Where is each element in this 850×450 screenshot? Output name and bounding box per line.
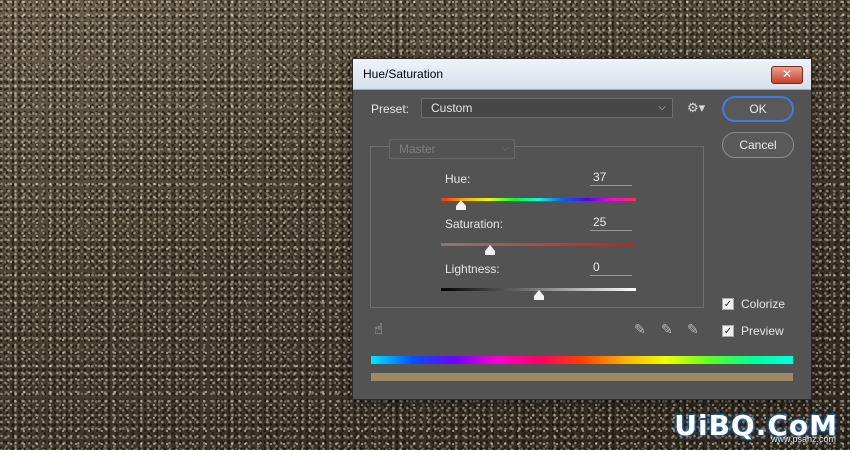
input-spectrum-bar: [371, 356, 793, 364]
colorize-checkbox[interactable]: ✓: [722, 298, 734, 310]
hue-input[interactable]: 37: [590, 170, 632, 186]
saturation-slider-track[interactable]: [441, 243, 636, 246]
preview-label[interactable]: Preview: [741, 324, 784, 338]
cancel-button[interactable]: Cancel: [722, 132, 794, 158]
colorize-label[interactable]: Colorize: [741, 297, 785, 311]
adjustment-group: [370, 146, 704, 308]
hue-slider-track[interactable]: [441, 198, 636, 201]
preset-label: Preset:: [371, 102, 410, 116]
lightness-slider-thumb[interactable]: [533, 290, 544, 300]
saturation-slider-thumb[interactable]: [484, 245, 495, 255]
dialog-title: Hue/Saturation: [363, 67, 444, 81]
saturation-label: Saturation:: [445, 217, 504, 231]
hue-label: Hue:: [445, 172, 471, 186]
preview-checkbox[interactable]: ✓: [722, 325, 734, 337]
channel-select: Master ⌵: [389, 139, 515, 159]
ok-button[interactable]: OK: [722, 96, 794, 122]
gear-icon[interactable]: ⚙▾: [687, 100, 705, 116]
preset-select[interactable]: Custom ⌵: [421, 98, 673, 118]
lightness-label: Lightness:: [445, 262, 500, 276]
channel-select-value: Master: [399, 142, 436, 156]
eyedropper-minus-icon[interactable]: ✎: [687, 321, 699, 338]
eyedropper-plus-icon[interactable]: ✎: [661, 321, 673, 338]
lightness-input[interactable]: 0: [590, 260, 632, 276]
hand-icon[interactable]: ☝: [374, 320, 383, 338]
dialog-titlebar[interactable]: Hue/Saturation ✕: [353, 59, 811, 90]
watermark-site: www.psahz.com: [770, 434, 836, 444]
saturation-input[interactable]: 25: [590, 215, 632, 231]
chevron-down-icon: ⌵: [658, 102, 666, 113]
preset-select-value: Custom: [431, 101, 473, 115]
hue-slider-thumb[interactable]: [455, 200, 466, 210]
close-button[interactable]: ✕: [771, 66, 803, 84]
hue-saturation-dialog: Hue/Saturation ✕ Preset: Custom ⌵ ⚙▾ OK …: [352, 58, 812, 400]
eyedropper-icon[interactable]: ✎: [634, 321, 646, 338]
output-color-bar: [371, 373, 793, 381]
chevron-down-icon: ⌵: [501, 143, 509, 154]
